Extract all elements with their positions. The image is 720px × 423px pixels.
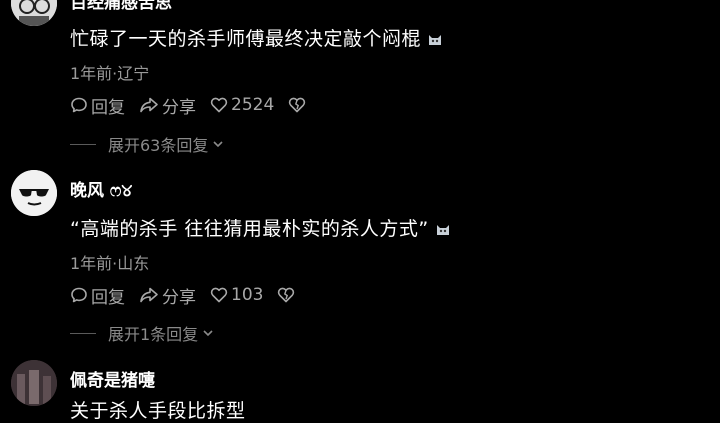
comment-text: 忙碌了一天的杀手师傅最终决定敲个闷棍: [70, 24, 443, 52]
share-arrow-icon: [140, 287, 158, 303]
comment-text: “高端的杀手 往往猜用最朴实的杀人方式”: [70, 214, 451, 242]
comment-username[interactable]: 百经痛感苦思: [70, 0, 172, 13]
cat-sticker-icon: [427, 30, 443, 52]
reply-button[interactable]: 回复: [70, 283, 125, 308]
chevron-down-icon: [203, 330, 213, 337]
like-button[interactable]: 2524: [210, 95, 274, 115]
avatar-image: [11, 170, 57, 216]
share-arrow-icon: [140, 97, 158, 113]
reply-label: 回复: [91, 97, 125, 118]
reply-label: 回复: [91, 287, 125, 308]
chevron-down-icon: [213, 141, 223, 148]
expand-replies-button[interactable]: 展开1条回复: [70, 323, 215, 344]
broken-heart-icon: [278, 287, 295, 303]
avatar[interactable]: [11, 0, 57, 26]
comment-text: 关于杀人手段比拆型: [70, 400, 246, 422]
comment-text-body: 忙碌了一天的杀手师傅最终决定敲个闷棍: [70, 28, 422, 50]
avatar[interactable]: [11, 360, 57, 406]
comment-actions: 回复 分享 103: [70, 283, 312, 308]
cat-sticker-icon: [435, 220, 451, 242]
speech-bubble-icon: [71, 97, 87, 113]
expand-label: 展开63条回复: [108, 136, 209, 155]
dislike-button[interactable]: [277, 286, 298, 304]
reply-button[interactable]: 回复: [70, 93, 125, 118]
broken-heart-icon: [289, 97, 306, 113]
avatar-image: [11, 0, 57, 26]
share-label: 分享: [162, 287, 196, 308]
like-count: 2524: [231, 95, 275, 115]
heart-icon: [210, 97, 228, 113]
avatar[interactable]: [11, 170, 57, 216]
speech-bubble-icon: [71, 287, 87, 303]
comment-username[interactable]: 佩奇是猪嚏: [70, 366, 155, 391]
heart-icon: [210, 287, 228, 303]
dislike-button[interactable]: [288, 96, 309, 114]
expand-label: 展开1条回复: [108, 325, 199, 344]
comment-meta: 1年前·山东: [70, 254, 150, 273]
avatar-image: [11, 360, 57, 406]
like-count: 103: [231, 285, 264, 305]
like-button[interactable]: 103: [210, 285, 263, 305]
expand-replies-button[interactable]: 展开63条回复: [70, 134, 225, 155]
share-button[interactable]: 分享: [139, 283, 196, 308]
comment-text-body: “高端的杀手 往往猜用最朴实的杀人方式”: [70, 218, 429, 240]
comment-username[interactable]: 晚风 ෆ୪: [70, 176, 132, 201]
share-button[interactable]: 分享: [139, 93, 196, 118]
share-label: 分享: [162, 97, 196, 118]
divider-line: [70, 332, 96, 334]
divider-line: [70, 143, 96, 145]
comment-meta: 1年前·辽宁: [70, 64, 150, 83]
comment-actions: 回复 分享 2524: [70, 93, 323, 118]
